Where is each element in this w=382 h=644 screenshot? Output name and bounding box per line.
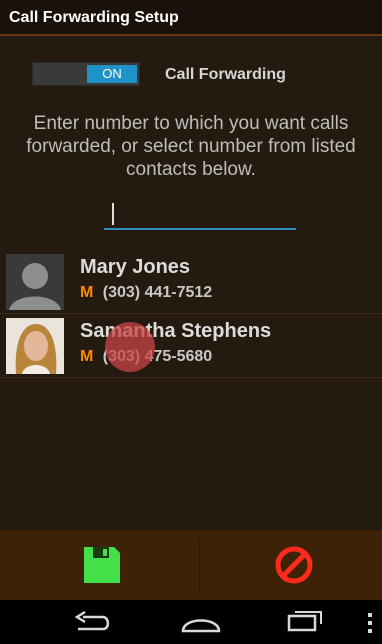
instructions-line-3: contacts below. [126, 159, 256, 180]
call-forwarding-row: ON Call Forwarding [0, 58, 382, 90]
recent-apps-icon[interactable] [287, 610, 323, 634]
phone-type: M [80, 284, 94, 301]
photo-avatar-icon [6, 318, 64, 374]
call-forwarding-label: Call Forwarding [165, 66, 286, 83]
action-bar [0, 530, 382, 600]
contact-phone-row: M (303) 441-7512 [80, 284, 212, 302]
save-button[interactable] [0, 530, 199, 600]
save-icon [84, 547, 120, 583]
toggle-on-label: ON [87, 65, 137, 83]
menu-icon[interactable] [366, 612, 374, 634]
home-icon[interactable] [180, 611, 222, 633]
default-avatar-icon [6, 254, 64, 310]
contact-item[interactable]: Mary Jones M (303) 441-7512 [0, 250, 382, 314]
text-cursor [112, 203, 114, 225]
forward-number-input[interactable] [104, 200, 296, 230]
contact-phone: (303) 441-7512 [102, 284, 213, 301]
instructions-line-2: forwarded, or select number from listed [26, 136, 356, 157]
cancel-icon [275, 546, 313, 584]
contact-name: Mary Jones [80, 256, 191, 278]
instructions-text: Enter number to which you want calls for… [0, 112, 382, 181]
contact-item[interactable]: Samantha Stephens M (303) 475-5680 [0, 314, 382, 378]
navigation-bar [0, 600, 382, 644]
phone-type: M [80, 348, 94, 365]
cancel-button[interactable] [200, 530, 382, 600]
back-icon[interactable] [73, 611, 113, 633]
touch-indicator [105, 322, 155, 372]
page-title: Call Forwarding Setup [9, 9, 179, 26]
title-bar: Call Forwarding Setup [0, 0, 382, 36]
instructions-line-1: Enter number to which you want calls [33, 113, 349, 134]
call-forwarding-toggle[interactable]: ON [32, 62, 140, 86]
